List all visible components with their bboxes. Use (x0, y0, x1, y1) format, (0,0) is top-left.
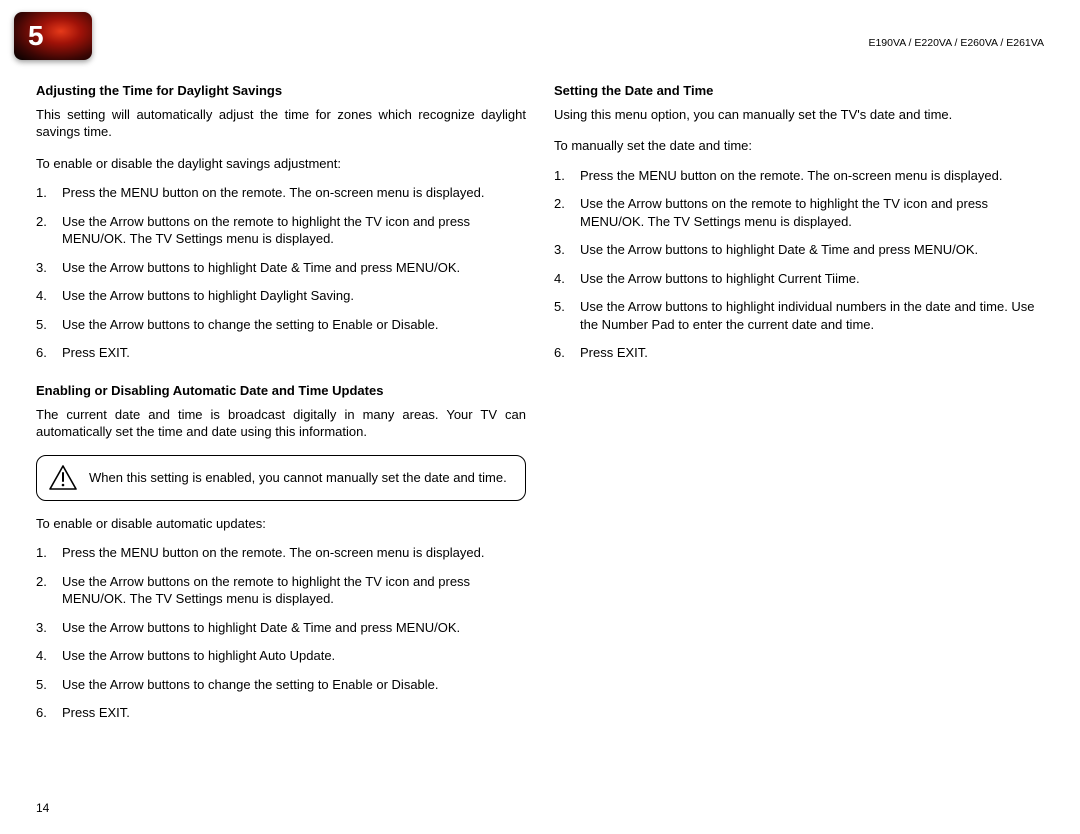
section-heading-auto-update: Enabling or Disabling Automatic Date and… (36, 382, 526, 400)
list-item: Press the MENU button on the remote. The… (554, 167, 1044, 185)
daylight-intro2: To enable or disable the daylight saving… (36, 155, 526, 173)
daylight-intro: This setting will automatically adjust t… (36, 106, 526, 141)
model-header: E190VA / E220VA / E260VA / E261VA (868, 36, 1044, 50)
auto-update-intro2: To enable or disable automatic updates: (36, 515, 526, 533)
list-item: Press the MENU button on the remote. The… (36, 184, 526, 202)
set-date-steps: Press the MENU button on the remote. The… (554, 167, 1044, 362)
auto-update-steps: Press the MENU button on the remote. The… (36, 544, 526, 722)
chapter-number: 5 (28, 17, 44, 55)
warning-text: When this setting is enabled, you cannot… (89, 469, 507, 487)
list-item: Press the MENU button on the remote. The… (36, 544, 526, 562)
section-heading-daylight: Adjusting the Time for Daylight Savings (36, 82, 526, 100)
list-item: Use the Arrow buttons to highlight Date … (554, 241, 1044, 259)
auto-update-intro: The current date and time is broadcast d… (36, 406, 526, 441)
list-item: Use the Arrow buttons on the remote to h… (554, 195, 1044, 230)
list-item: Press EXIT. (554, 344, 1044, 362)
list-item: Use the Arrow buttons to highlight indiv… (554, 298, 1044, 333)
list-item: Use the Arrow buttons to highlight Dayli… (36, 287, 526, 305)
list-item: Use the Arrow buttons on the remote to h… (36, 573, 526, 608)
page-number: 14 (36, 800, 49, 816)
list-item: Use the Arrow buttons to highlight Date … (36, 259, 526, 277)
daylight-steps: Press the MENU button on the remote. The… (36, 184, 526, 362)
content-area: Adjusting the Time for Daylight Savings … (36, 82, 1044, 742)
list-item: Use the Arrow buttons to highlight Auto … (36, 647, 526, 665)
warning-icon (49, 465, 77, 491)
right-column: Setting the Date and Time Using this men… (554, 82, 1044, 742)
list-item: Use the Arrow buttons to change the sett… (36, 676, 526, 694)
warning-callout: When this setting is enabled, you cannot… (36, 455, 526, 501)
set-date-intro2: To manually set the date and time: (554, 137, 1044, 155)
list-item: Use the Arrow buttons to highlight Curre… (554, 270, 1044, 288)
section-heading-set-date: Setting the Date and Time (554, 82, 1044, 100)
set-date-intro: Using this menu option, you can manually… (554, 106, 1044, 124)
list-item: Use the Arrow buttons to highlight Date … (36, 619, 526, 637)
left-column: Adjusting the Time for Daylight Savings … (36, 82, 526, 742)
chapter-badge: 5 (14, 12, 92, 60)
list-item: Use the Arrow buttons on the remote to h… (36, 213, 526, 248)
list-item: Use the Arrow buttons to change the sett… (36, 316, 526, 334)
list-item: Press EXIT. (36, 704, 526, 722)
list-item: Press EXIT. (36, 344, 526, 362)
